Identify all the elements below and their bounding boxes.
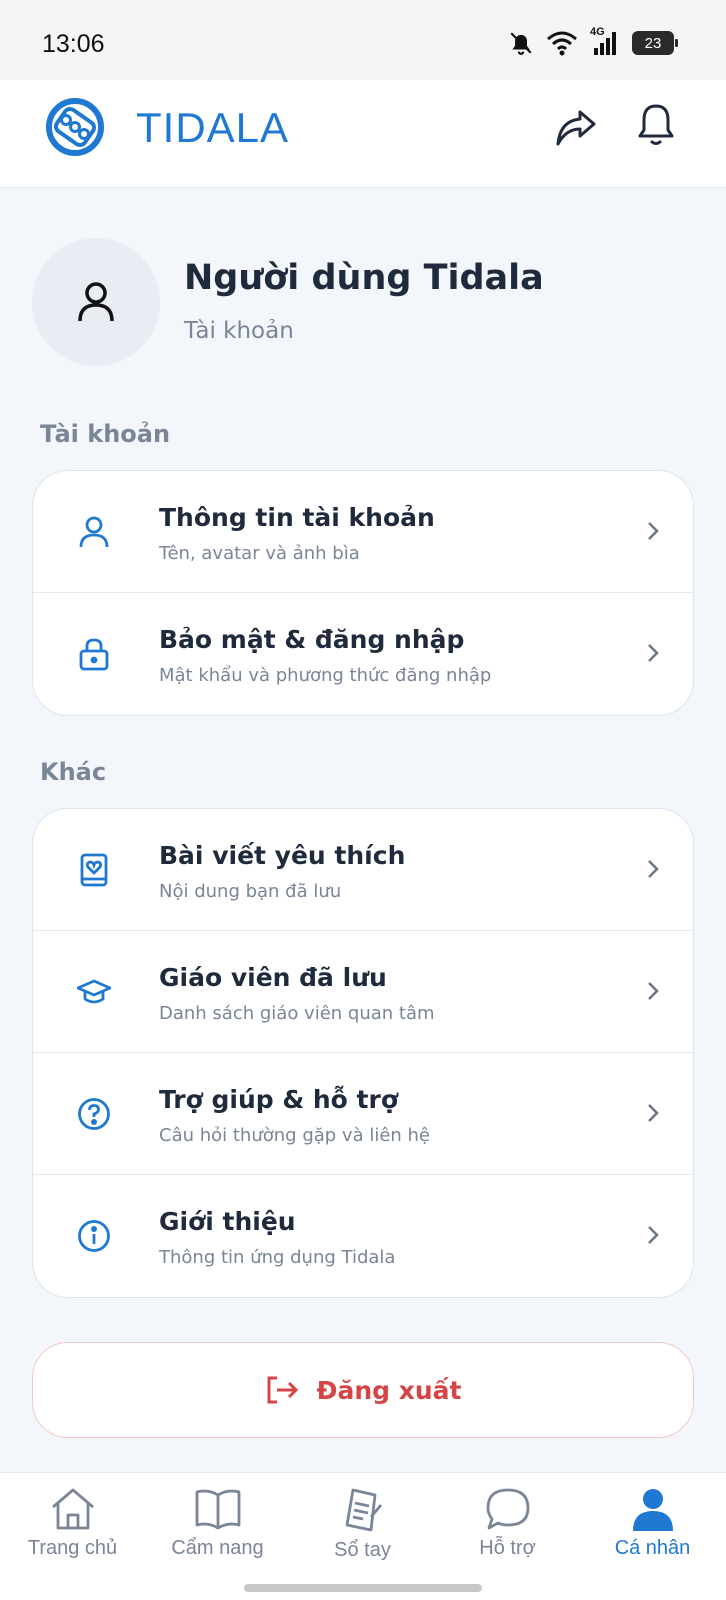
menu-item-title: Bảo mật & đăng nhập — [159, 625, 465, 654]
nav-label: Hỗ trợ — [479, 1537, 536, 1559]
user-icon — [78, 282, 114, 322]
bottom-nav: Trang chủ Cẩm nang Sổ tay Hỗ trợ Cá nhân — [0, 1472, 726, 1600]
other-card: Bài viết yêu thích Nội dung bạn đã lưu G… — [32, 808, 694, 1298]
brand-name: TIDALA — [136, 104, 290, 151]
menu-item-subtitle: Danh sách giáo viên quan tâm — [159, 1003, 435, 1024]
menu-item-subtitle: Thông tin ứng dụng Tidala — [159, 1247, 396, 1268]
account-card: Thông tin tài khoản Tên, avatar và ảnh b… — [32, 470, 694, 716]
menu-item-favorite-posts[interactable]: Bài viết yêu thích Nội dung bạn đã lưu — [33, 809, 693, 931]
menu-item-subtitle: Mật khẩu và phương thức đăng nhập — [159, 665, 492, 686]
nav-item-notebook[interactable]: Sổ tay — [290, 1487, 435, 1562]
chat-icon — [486, 1488, 529, 1530]
nav-item-support[interactable]: Hỗ trợ — [435, 1487, 580, 1560]
signal-icon — [594, 32, 616, 55]
chevron-right-icon — [648, 1226, 659, 1244]
menu-item-subtitle: Câu hỏi thường gặp và liên hệ — [159, 1125, 431, 1146]
bell-icon[interactable] — [636, 102, 676, 148]
chevron-right-icon — [648, 644, 659, 662]
menu-item-title: Bài viết yêu thích — [159, 841, 406, 870]
menu-item-saved-teachers[interactable]: Giáo viên đã lưu Danh sách giáo viên qua… — [33, 931, 693, 1053]
tidala-logo-icon — [46, 98, 104, 156]
menu-item-subtitle: Tên, avatar và ảnh bìa — [159, 543, 360, 564]
notebook-icon — [345, 1488, 382, 1532]
menu-item-title: Trợ giúp & hỗ trợ — [159, 1085, 399, 1114]
nav-item-home[interactable]: Trang chủ — [0, 1487, 145, 1560]
logout-button[interactable]: Đăng xuất — [32, 1342, 694, 1438]
info-icon — [78, 1220, 110, 1252]
lock-icon — [79, 638, 109, 671]
app-bar: TIDALA — [0, 80, 726, 188]
signal-indicator: 4G — [590, 26, 620, 56]
menu-item-about[interactable]: Giới thiệu Thông tin ứng dụng Tidala — [33, 1175, 693, 1297]
wifi-icon — [547, 31, 577, 56]
chevron-right-icon — [648, 982, 659, 1000]
section-title-account: Tài khoản — [40, 420, 171, 448]
chevron-right-icon — [648, 1104, 659, 1122]
status-bar: 13:06 4G 23 — [0, 0, 726, 80]
status-time: 13:06 — [42, 30, 105, 58]
help-circle-icon — [78, 1098, 110, 1130]
profile-subtitle: Tài khoản — [184, 318, 294, 344]
menu-item-security[interactable]: Bảo mật & đăng nhập Mật khẩu và phương t… — [33, 593, 693, 715]
profile-name: Người dùng Tidala — [184, 258, 544, 298]
share-icon[interactable] — [554, 108, 598, 148]
menu-item-title: Thông tin tài khoản — [159, 503, 435, 532]
nav-item-profile[interactable]: Cá nhân — [580, 1487, 725, 1560]
section-title-other: Khác — [40, 758, 107, 786]
book-icon — [195, 1489, 240, 1530]
logout-icon — [267, 1376, 298, 1404]
menu-item-title: Giới thiệu — [159, 1207, 296, 1236]
menu-item-subtitle: Nội dung bạn đã lưu — [159, 881, 342, 902]
nav-label: Cẩm nang — [171, 1537, 264, 1559]
status-icons: 4G 23 — [508, 26, 678, 56]
home-indicator[interactable] — [244, 1584, 482, 1592]
bookmark-heart-icon — [80, 853, 108, 887]
battery-indicator: 23 — [632, 31, 678, 55]
nav-item-handbook[interactable]: Cẩm nang — [145, 1487, 290, 1560]
menu-item-account-info[interactable]: Thông tin tài khoản Tên, avatar và ảnh b… — [33, 471, 693, 593]
chevron-right-icon — [648, 522, 659, 540]
logout-label: Đăng xuất — [316, 1375, 462, 1405]
graduation-cap-icon — [77, 979, 111, 1004]
nav-label: Sổ tay — [334, 1539, 391, 1561]
home-icon — [51, 1488, 94, 1530]
mute-bell-icon — [510, 32, 532, 55]
nav-label: Cá nhân — [614, 1537, 691, 1559]
chevron-right-icon — [648, 860, 659, 878]
person-icon — [632, 1489, 673, 1531]
avatar[interactable] — [32, 238, 160, 366]
menu-item-title: Giáo viên đã lưu — [159, 963, 387, 992]
nav-label: Trang chủ — [27, 1537, 118, 1559]
user-icon — [79, 516, 109, 548]
menu-item-help[interactable]: Trợ giúp & hỗ trợ Câu hỏi thường gặp và … — [33, 1053, 693, 1175]
